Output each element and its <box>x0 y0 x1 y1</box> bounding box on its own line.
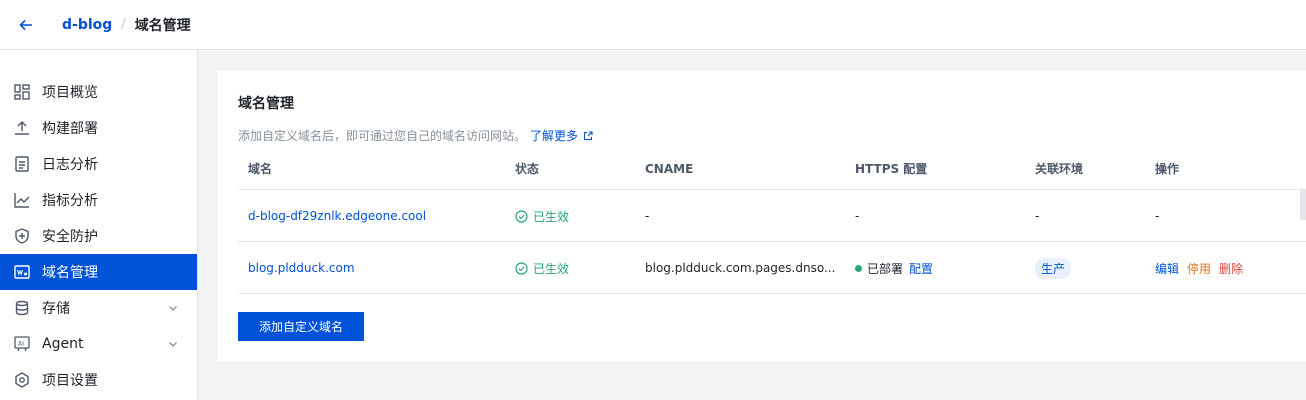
column-header-domain: 域名 <box>248 162 273 176</box>
domain-link[interactable]: blog.pldduck.com <box>248 242 355 294</box>
sidebar-item-label: Agent <box>42 336 84 352</box>
https-value: - <box>855 209 860 223</box>
sidebar-item-label: 安全防护 <box>42 229 98 245</box>
external-link-icon <box>583 130 593 140</box>
sidebar-item-domains[interactable]: 域名管理 <box>0 254 197 290</box>
table-row: blog.pldduck.com 已生效 blog.pldduck.com.pa… <box>238 242 1306 294</box>
check-circle-icon <box>515 209 528 223</box>
cname-value: - <box>645 209 650 223</box>
domain-table: 域名 状态 CNAME HTTPS 配置 关联环境 操作 d-blog-df29… <box>238 149 1306 294</box>
card-description: 添加自定义域名后，即可通过您自己的域名访问网站。 了解更多 <box>238 127 593 144</box>
domain-management-card: 域名管理 添加自定义域名后，即可通过您自己的域名访问网站。 了解更多 域名 状态… <box>218 71 1306 361</box>
upload-icon <box>13 119 31 137</box>
breadcrumb-separator: / <box>121 17 126 32</box>
database-icon <box>13 299 31 317</box>
disable-link[interactable]: 停用 <box>1187 260 1211 277</box>
table-row: d-blog-df29znlk.edgeone.cool 已生效 - - - - <box>238 190 1306 242</box>
ai-icon: AI <box>13 335 31 353</box>
sidebar-item-agent[interactable]: AI Agent <box>0 326 197 362</box>
check-circle-icon <box>515 261 528 275</box>
status-text: 已生效 <box>533 209 570 224</box>
status-dot <box>855 264 862 272</box>
actions-cell: 编辑 停用 删除 <box>1155 242 1251 294</box>
domain-icon <box>13 263 31 281</box>
column-header-https: HTTPS 配置 <box>855 162 928 176</box>
sidebar-item-label: 项目设置 <box>42 373 98 389</box>
shield-icon <box>13 227 31 245</box>
https-cell: 已部署 配置 <box>855 242 933 294</box>
sidebar-item-security[interactable]: 安全防护 <box>0 218 197 254</box>
status-badge: 已生效 <box>515 242 569 294</box>
svg-text:AI: AI <box>18 341 24 348</box>
chevron-down-icon <box>169 306 177 311</box>
column-header-status: 状态 <box>515 162 540 176</box>
sidebar-item-label: 构建部署 <box>42 121 98 137</box>
sidebar-item-overview[interactable]: 项目概览 <box>0 74 197 110</box>
env-tag: 生产 <box>1035 257 1072 279</box>
edit-link[interactable]: 编辑 <box>1155 260 1179 277</box>
env-value: - <box>1035 209 1040 223</box>
sidebar-item-storage[interactable]: 存储 <box>0 290 197 326</box>
card-title: 域名管理 <box>238 96 294 112</box>
learn-more-label: 了解更多 <box>530 129 579 143</box>
sidebar-item-logs[interactable]: 日志分析 <box>0 146 197 182</box>
chevron-down-icon <box>169 342 177 347</box>
settings-icon <box>13 371 31 389</box>
table-header: 域名 状态 CNAME HTTPS 配置 关联环境 操作 <box>238 149 1306 190</box>
domain-link[interactable]: d-blog-df29znlk.edgeone.cool <box>248 190 426 242</box>
sidebar-item-label: 指标分析 <box>42 193 98 209</box>
https-status: 已部署 <box>867 261 904 276</box>
cname-value: blog.pldduck.com.pages.dnso... <box>645 261 836 275</box>
document-icon <box>13 155 31 173</box>
breadcrumb-project[interactable]: d-blog <box>62 17 112 33</box>
actions-value: - <box>1155 209 1160 223</box>
top-header: d-blog / 域名管理 <box>0 0 1306 50</box>
add-custom-domain-button[interactable]: 添加自定义域名 <box>238 312 364 341</box>
sidebar-item-label: 日志分析 <box>42 157 98 173</box>
column-header-cname: CNAME <box>645 162 694 176</box>
description-text: 添加自定义域名后，即可通过您自己的域名访问网站。 <box>238 129 527 143</box>
https-config-link[interactable]: 配置 <box>909 260 933 277</box>
sidebar-item-label: 存储 <box>42 301 70 317</box>
sidebar-item-metrics[interactable]: 指标分析 <box>0 182 197 218</box>
back-arrow-icon[interactable] <box>18 17 34 33</box>
chart-line-icon <box>13 191 31 209</box>
dashboard-icon <box>13 83 31 101</box>
sidebar-item-settings[interactable]: 项目设置 <box>0 362 197 398</box>
scrollbar[interactable] <box>1300 190 1306 220</box>
status-badge: 已生效 <box>515 190 569 242</box>
sidebar-item-label: 域名管理 <box>42 265 98 281</box>
status-text: 已生效 <box>533 261 570 276</box>
column-header-actions: 操作 <box>1155 162 1180 176</box>
learn-more-link[interactable]: 了解更多 <box>530 127 593 144</box>
sidebar-item-label: 项目概览 <box>42 85 98 101</box>
column-header-env: 关联环境 <box>1035 162 1084 176</box>
env-cell: 生产 <box>1035 242 1072 294</box>
sidebar-item-build-deploy[interactable]: 构建部署 <box>0 110 197 146</box>
breadcrumb-current: 域名管理 <box>134 17 191 34</box>
delete-link[interactable]: 删除 <box>1219 260 1243 277</box>
sidebar: 项目概览 构建部署 日志分析 指标分析 安全防护 域名管理 存储 AI Agen… <box>0 50 198 400</box>
